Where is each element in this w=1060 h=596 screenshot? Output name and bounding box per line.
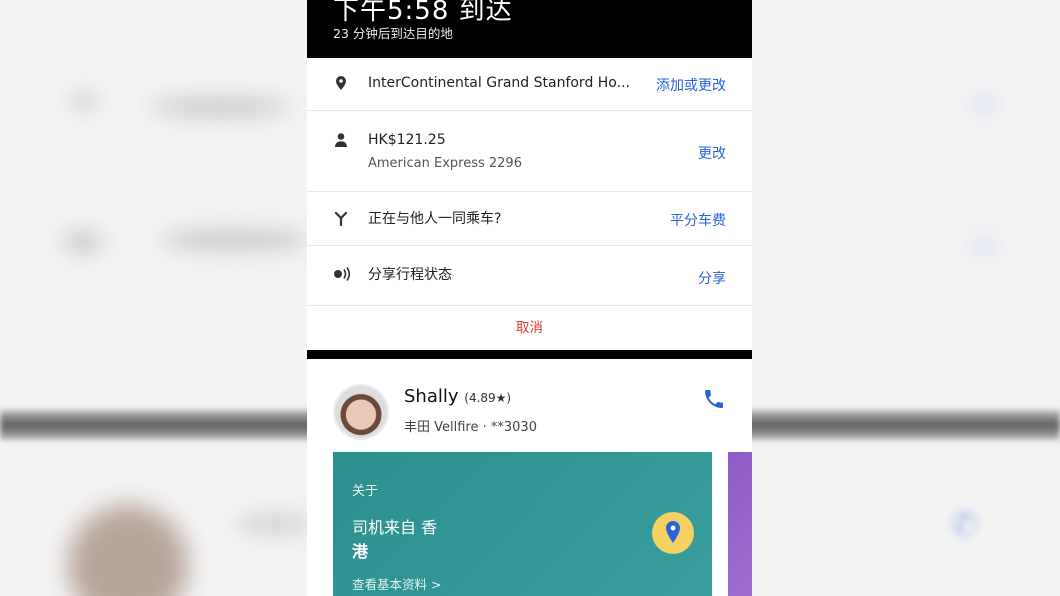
driver-name: Shally: [404, 386, 459, 407]
split-fare-icon: [333, 210, 349, 227]
fare-amount: HK$121.25: [368, 132, 446, 148]
location-pin-icon: [333, 75, 349, 91]
cancel-trip-button[interactable]: 取消: [307, 306, 752, 350]
change-payment-button[interactable]: 更改: [698, 143, 726, 163]
blurred-shape: [70, 92, 98, 110]
location-badge-icon: [652, 512, 694, 554]
split-fare-row[interactable]: 正在与他人一同乘车? 平分车费: [307, 192, 752, 246]
split-fare-button[interactable]: 平分车费: [670, 210, 726, 230]
eta-text: 23 分钟后到达目的地: [333, 26, 453, 41]
section-divider: [307, 350, 752, 359]
share-button[interactable]: 分享: [698, 268, 726, 288]
destination-row[interactable]: InterContinental Grand Stanford Ho... 添加…: [307, 58, 752, 111]
about-driver-card[interactable]: 关于 司机来自 香 港 查看基本资料 >: [333, 452, 712, 596]
share-trip-row[interactable]: 分享行程状态 分享: [307, 246, 752, 306]
blurred-shape: [975, 98, 993, 112]
driver-origin-line1: 司机来自 香: [352, 518, 438, 537]
blurred-shape: [150, 96, 290, 118]
driver-avatar[interactable]: [333, 384, 389, 440]
vehicle-info: 丰田 Vellfire · **3030: [404, 420, 537, 435]
blurred-shape: [62, 230, 104, 254]
payment-method: American Express 2296: [368, 156, 522, 171]
blurred-shape: [975, 238, 993, 252]
add-or-change-destination-button[interactable]: 添加或更改: [656, 75, 726, 95]
driver-rating: (4.89★): [464, 391, 512, 405]
next-card-peek[interactable]: [728, 452, 752, 596]
view-profile-link[interactable]: 查看基本资料 >: [352, 574, 441, 593]
status-header: 下午5:58 到达 23 分钟后到达目的地: [307, 0, 752, 58]
phone-screen: 下午5:58 到达 23 分钟后到达目的地 InterContinental G…: [307, 0, 752, 596]
about-heading: 关于: [352, 484, 379, 499]
share-status-icon: [333, 266, 351, 282]
blurred-shape: [160, 228, 310, 252]
destination-text: InterContinental Grand Stanford Ho...: [368, 75, 630, 91]
driver-name-line: Shally (4.89★): [404, 386, 511, 407]
blurred-phone-icon: ✆: [950, 505, 979, 545]
driver-origin-line2: 港: [352, 542, 369, 561]
payment-row[interactable]: HK$121.25 American Express 2296 更改: [307, 111, 752, 192]
phone-icon[interactable]: [702, 387, 726, 411]
driver-info: Shally (4.89★) 丰田 Vellfire · **3030: [307, 359, 752, 456]
blurred-shape: [235, 515, 315, 533]
split-fare-question: 正在与他人一同乘车?: [368, 211, 502, 227]
blurred-avatar: [68, 505, 188, 596]
person-icon: [333, 132, 349, 148]
share-trip-label: 分享行程状态: [368, 267, 452, 283]
